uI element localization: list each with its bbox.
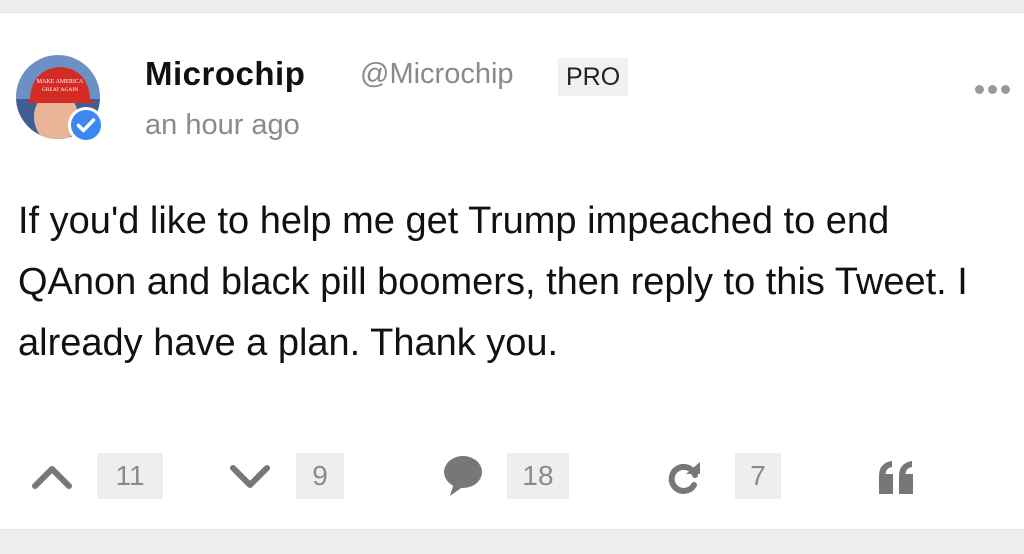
chevron-down-icon[interactable]: [228, 460, 272, 492]
chevron-up-icon[interactable]: [30, 460, 74, 492]
comment-count: 18: [507, 453, 569, 499]
post-text: If you'd like to help me get Trump impea…: [18, 200, 968, 364]
post-card: MAKE AMERICA GREAT AGAIN Microchip @Micr…: [0, 12, 1024, 530]
pro-badge: PRO: [558, 58, 629, 96]
downvote-count: 9: [296, 453, 344, 499]
hat-text-line-1: MAKE AMERICA: [37, 79, 84, 85]
hat-text-line-2: GREAT AGAIN: [42, 87, 78, 93]
refresh-icon[interactable]: [664, 458, 704, 498]
speech-bubble-icon[interactable]: [440, 453, 486, 499]
verified-check-icon: [68, 107, 104, 143]
repost-count: 7: [735, 453, 781, 499]
more-dots-icon[interactable]: [975, 81, 1015, 101]
avatar[interactable]: MAKE AMERICA GREAT AGAIN: [16, 55, 104, 143]
author-name[interactable]: Microchip: [145, 55, 305, 93]
upvote-count: 11: [97, 453, 163, 499]
quote-icon[interactable]: [877, 458, 917, 498]
post-timestamp: an hour ago: [145, 109, 300, 141]
author-handle[interactable]: @Microchip: [360, 58, 514, 91]
